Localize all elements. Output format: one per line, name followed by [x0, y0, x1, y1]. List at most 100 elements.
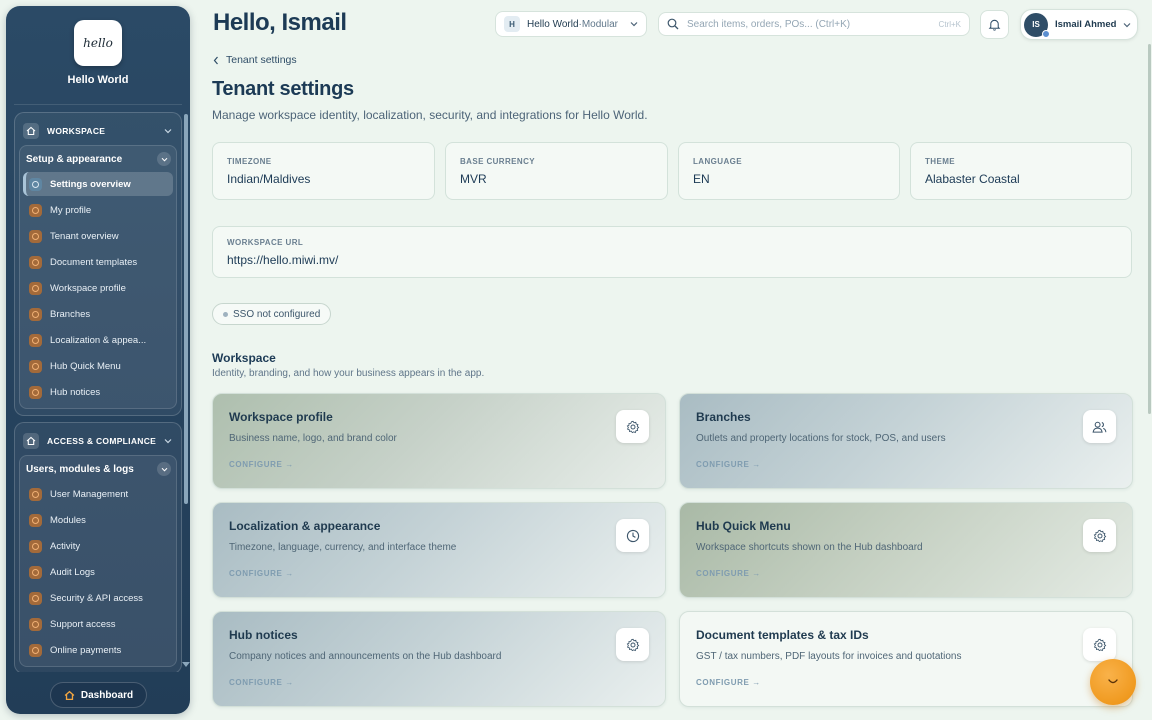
workspace-icon [29, 281, 42, 295]
sso-status-badge: SSO not configured [212, 303, 332, 325]
card-localization-appearance[interactable]: Localization & appearance Timezone, lang… [212, 502, 666, 598]
dashboard-label: Dashboard [80, 689, 134, 701]
card-description: Outlets and property locations for stock… [696, 433, 946, 444]
section-header-workspace[interactable]: WORKSPACE [19, 117, 177, 145]
sidebar: hello Hello World WORKSPACE Setup & appe… [6, 6, 190, 714]
breadcrumb[interactable]: Tenant settings [213, 54, 297, 66]
support-icon [29, 617, 42, 631]
assistant-fab-button[interactable] [1090, 659, 1136, 705]
section-header-access[interactable]: ACCESS & COMPLIANCE [19, 427, 177, 455]
card-hub-quick-menu[interactable]: Hub Quick Menu Workspace shortcuts shown… [679, 502, 1133, 598]
sidebar-item-workspace-profile[interactable]: Workspace profile [23, 276, 173, 300]
user-menu[interactable]: IS Ismail Ahmed [1020, 9, 1138, 40]
chevron-down-icon [630, 21, 638, 27]
sidebar-item-modules[interactable]: Modules [23, 508, 173, 532]
sidebar-item-localization[interactable]: Localization & appea... [23, 328, 173, 352]
sidebar-item-branches[interactable]: Branches [23, 302, 173, 326]
sidebar-item-label: Online payments [50, 644, 122, 656]
group-header-users[interactable]: Users, modules & logs [23, 458, 173, 480]
sidebar-item-label: Tenant overview [50, 230, 119, 242]
workspace-url-link[interactable]: https://hello.miwi.mv/ [227, 253, 1117, 267]
sidebar-item-user-management[interactable]: User Management [23, 482, 173, 506]
activity-icon [29, 539, 42, 553]
configure-link[interactable]: CONFIGURE → [696, 569, 1116, 578]
settings-icon [29, 177, 42, 191]
gear-icon [616, 628, 649, 661]
card-title: Hub notices [229, 628, 298, 642]
card-workspace-profile[interactable]: Workspace profile Business name, logo, a… [212, 393, 666, 489]
chevron-down-icon[interactable] [157, 152, 171, 166]
gear-icon [616, 410, 649, 443]
document-icon [29, 255, 42, 269]
user-name: Ismail Ahmed [1055, 19, 1117, 30]
stat-value: EN [693, 172, 710, 186]
sidebar-item-activity[interactable]: Activity [23, 534, 173, 558]
audit-icon [29, 565, 42, 579]
sidebar-item-tenant-overview[interactable]: Tenant overview [23, 224, 173, 248]
card-title: Localization & appearance [229, 519, 381, 533]
users-icon [29, 487, 42, 501]
sidebar-item-online-payments[interactable]: Online payments [23, 638, 173, 662]
sso-status-label: SSO not configured [233, 308, 321, 320]
stat-value: Indian/Maldives [227, 172, 311, 186]
brand: hello Hello World [6, 20, 190, 86]
sidebar-item-label: Audit Logs [50, 566, 95, 578]
workspace-url-label: WORKSPACE URL [227, 238, 304, 247]
sidebar-item-hub-quick-menu[interactable]: Hub Quick Menu [23, 354, 173, 378]
sidebar-item-support-access[interactable]: Support access [23, 612, 173, 636]
sidebar-item-hub-notices[interactable]: Hub notices [23, 380, 173, 404]
sidebar-scrollbar[interactable] [184, 114, 188, 504]
sidebar-item-my-profile[interactable]: My profile [23, 198, 173, 222]
sidebar-item-label: My profile [50, 204, 92, 216]
page-scrollbar[interactable] [1148, 44, 1151, 414]
card-description: Workspace shortcuts shown on the Hub das… [696, 542, 923, 553]
configure-link[interactable]: CONFIGURE → [229, 569, 649, 578]
search-input[interactable] [687, 18, 939, 30]
chevron-down-icon[interactable] [163, 436, 173, 446]
configure-link[interactable]: CONFIGURE → [696, 678, 1116, 687]
card-document-templates-tax[interactable]: Document templates & tax IDs GST / tax n… [679, 611, 1133, 707]
group-header-setup[interactable]: Setup & appearance [23, 148, 173, 170]
tenant-switcher[interactable]: H Hello World · Modular [495, 11, 647, 37]
brand-logo[interactable]: hello [74, 20, 122, 66]
clock-icon [616, 519, 649, 552]
stat-label: THEME [925, 157, 955, 166]
sidebar-item-document-templates[interactable]: Document templates [23, 250, 173, 274]
chevron-down-icon[interactable] [157, 462, 171, 476]
users-icon [1083, 410, 1116, 443]
sidebar-item-settings-overview[interactable]: Settings overview [23, 172, 173, 196]
workspace-url-card: WORKSPACE URL https://hello.miwi.mv/ [212, 226, 1132, 278]
workspace-section-title: Workspace [212, 351, 276, 365]
chevron-left-icon [213, 56, 219, 65]
stat-label: BASE CURRENCY [460, 157, 535, 166]
sidebar-item-label: User Management [50, 488, 129, 500]
stat-value: MVR [460, 172, 487, 186]
sidebar-item-security[interactable]: Security & API access [23, 586, 173, 610]
section-title: ACCESS & COMPLIANCE [47, 436, 157, 446]
chevron-down-icon [1123, 22, 1131, 28]
card-title: Branches [696, 410, 751, 424]
configure-link[interactable]: CONFIGURE → [696, 460, 1116, 469]
notifications-button[interactable] [980, 10, 1009, 39]
home-icon [23, 433, 39, 449]
sidebar-item-audit-logs[interactable]: Audit Logs [23, 560, 173, 584]
building-icon [29, 229, 42, 243]
branch-icon [29, 307, 42, 321]
stat-timezone: TIMEZONE Indian/Maldives [212, 142, 435, 200]
sidebar-item-label: Support access [50, 618, 116, 630]
shield-icon [29, 591, 42, 605]
dashboard-button[interactable]: Dashboard [50, 682, 147, 708]
status-dot [223, 311, 228, 317]
home-icon [64, 690, 75, 701]
page-title: Tenant settings [212, 78, 354, 100]
scroll-down-arrow-icon[interactable] [182, 662, 190, 667]
card-description: Timezone, language, currency, and interf… [229, 542, 457, 553]
configure-link[interactable]: CONFIGURE → [229, 460, 649, 469]
chevron-down-icon[interactable] [163, 126, 173, 136]
card-hub-notices[interactable]: Hub notices Company notices and announce… [212, 611, 666, 707]
card-branches[interactable]: Branches Outlets and property locations … [679, 393, 1133, 489]
card-description: Business name, logo, and brand color [229, 433, 397, 444]
sidebar-item-label: Security & API access [50, 592, 143, 604]
configure-link[interactable]: CONFIGURE → [229, 678, 649, 687]
stat-language: LANGUAGE EN [678, 142, 900, 200]
